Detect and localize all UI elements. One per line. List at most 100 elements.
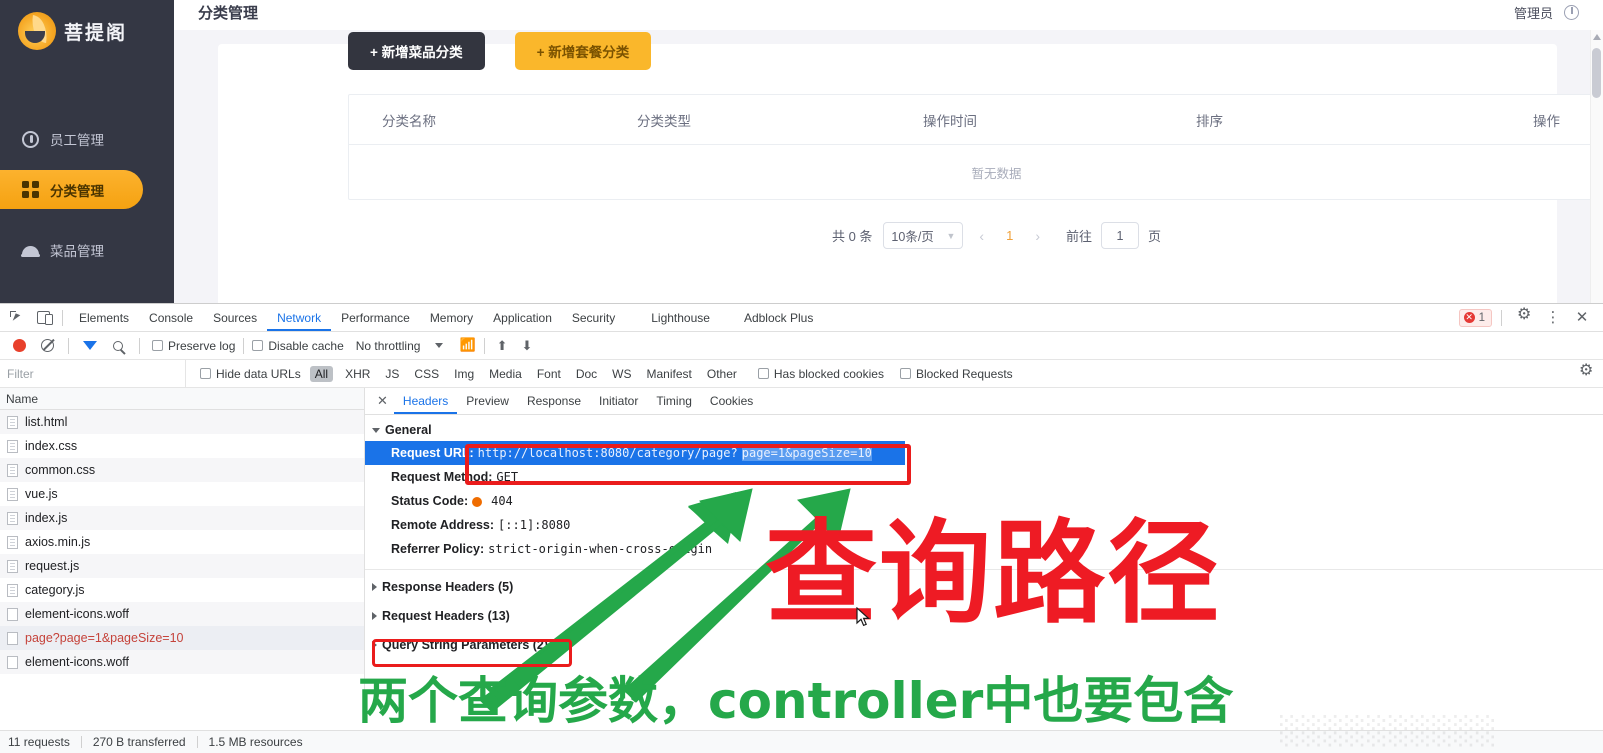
network-settings-button[interactable] — [1579, 363, 1603, 381]
detail-tab-initiator[interactable]: Initiator — [590, 388, 647, 414]
blocked-requests-label: Blocked Requests — [915, 366, 1013, 381]
column-header-actions: 操作 — [1533, 113, 1560, 129]
devtools-settings-button[interactable] — [1511, 305, 1537, 331]
pagination-page-1[interactable]: 1 — [1000, 228, 1019, 243]
request-name: vue.js — [25, 487, 58, 501]
request-headers-section[interactable]: Request Headers (13) — [365, 605, 1603, 627]
app-main-area: 分类管理 管理员 + 新增菜品分类 + 新增套餐分类 分类名称 分类类型 操作时… — [174, 0, 1603, 303]
request-row[interactable]: common.css — [0, 458, 364, 482]
tab-network[interactable]: Network — [267, 304, 331, 331]
request-row[interactable]: index.js — [0, 506, 364, 530]
general-section-header[interactable]: General — [365, 419, 1603, 441]
sidebar-item-dish-management[interactable]: 菜品管理 — [0, 230, 174, 270]
tab-memory[interactable]: Memory — [420, 304, 483, 331]
detail-tab-timing[interactable]: Timing — [647, 388, 701, 414]
request-row[interactable]: index.css — [0, 434, 364, 458]
tab-sources[interactable]: Sources — [203, 304, 267, 331]
filter-type-font[interactable]: Font — [534, 366, 564, 382]
filter-type-media[interactable]: Media — [486, 366, 525, 382]
request-row[interactable]: axios.min.js — [0, 530, 364, 554]
filter-type-doc[interactable]: Doc — [573, 366, 600, 382]
disable-cache-checkbox[interactable]: Disable cache — [252, 339, 344, 353]
devtools-close-button[interactable]: ✕ — [1569, 305, 1595, 331]
tab-elements[interactable]: Elements — [69, 304, 139, 331]
request-row[interactable]: list.html — [0, 410, 364, 434]
device-toolbar-button[interactable] — [30, 305, 56, 331]
error-count-badge[interactable]: ✕ 1 — [1458, 308, 1492, 327]
request-headers-label: Request Headers (13) — [382, 609, 510, 623]
chevron-down-icon[interactable] — [435, 343, 444, 348]
header-user-area: 管理员 — [1514, 3, 1579, 22]
devtools-tab-bar: Elements Console Sources Network Perform… — [0, 304, 1603, 332]
scroll-up-arrow-icon[interactable] — [1592, 34, 1601, 40]
network-body: Name list.html index.css common.css vue.… — [0, 388, 1603, 690]
detail-tab-response[interactable]: Response — [518, 388, 590, 414]
funnel-icon — [83, 341, 97, 350]
grid-icon — [22, 181, 39, 198]
close-icon: ✕ — [1575, 309, 1589, 326]
request-row[interactable]: element-icons.woff — [0, 602, 364, 626]
detail-tab-cookies[interactable]: Cookies — [701, 388, 762, 414]
tab-lighthouse[interactable]: Lighthouse — [641, 304, 720, 331]
tab-application[interactable]: Application — [483, 304, 562, 331]
detail-tab-headers[interactable]: Headers — [394, 388, 457, 414]
tab-performance[interactable]: Performance — [331, 304, 420, 331]
has-blocked-cookies-checkbox[interactable]: Has blocked cookies — [757, 367, 884, 381]
network-conditions-icon[interactable]: 📶 — [459, 337, 475, 353]
request-row-selected[interactable]: page?page=1&pageSize=10 — [0, 626, 364, 650]
page-size-select[interactable]: 10条/页 ▼ — [883, 222, 964, 249]
response-headers-section[interactable]: Response Headers (5) — [365, 576, 1603, 598]
power-logout-icon[interactable] — [1564, 4, 1579, 20]
tab-security[interactable]: Security — [562, 304, 625, 331]
filter-type-all[interactable]: All — [309, 365, 334, 382]
record-button[interactable] — [6, 333, 32, 359]
import-har-icon[interactable]: ⬆ — [497, 338, 508, 354]
preserve-log-checkbox[interactable]: Preserve log — [152, 339, 235, 353]
request-row[interactable]: request.js — [0, 554, 364, 578]
request-row[interactable]: element-icons.woff — [0, 650, 364, 674]
pagination-next-button[interactable]: › — [1028, 228, 1047, 244]
filter-toggle-button[interactable] — [77, 333, 103, 359]
request-row[interactable]: vue.js — [0, 482, 364, 506]
request-method-key: Request Method — [391, 470, 489, 484]
filter-type-css[interactable]: CSS — [411, 366, 442, 382]
clear-network-log-button[interactable] — [34, 333, 60, 359]
sidebar-item-employee-management[interactable]: 员工管理 — [0, 119, 174, 159]
search-button[interactable] — [105, 333, 131, 359]
checkbox-icon — [252, 340, 264, 351]
hide-data-urls-checkbox[interactable]: Hide data URLs — [200, 367, 301, 381]
tab-adblock-plus[interactable]: Adblock Plus — [734, 304, 823, 331]
add-dish-category-button[interactable]: + 新增菜品分类 — [348, 32, 485, 70]
pagination-goto-input[interactable]: 1 — [1101, 222, 1140, 249]
blocked-requests-checkbox[interactable]: Blocked Requests — [899, 366, 1013, 381]
close-detail-icon[interactable]: ✕ — [371, 393, 394, 409]
add-combo-category-button[interactable]: + 新增套餐分类 — [514, 32, 652, 70]
request-row[interactable]: category.js — [0, 578, 364, 602]
detail-tab-preview[interactable]: Preview — [457, 388, 518, 414]
query-string-parameters-section[interactable]: Query String Parameters (2) — [365, 634, 1603, 656]
devtools-more-button[interactable]: ⋮ — [1540, 305, 1566, 331]
user-icon — [22, 130, 39, 148]
request-url-row[interactable]: Request URL: http://localhost:8080/categ… — [365, 441, 905, 465]
headers-general-section: General Request URL: http://localhost:80… — [365, 415, 1603, 656]
caret-right-icon — [372, 583, 377, 591]
export-har-icon[interactable]: ⬇ — [522, 338, 533, 354]
status-divider — [80, 736, 82, 748]
tab-console[interactable]: Console — [139, 304, 203, 331]
throttling-select[interactable]: No throttling — [356, 339, 421, 353]
scrollbar-thumb[interactable] — [1592, 48, 1601, 98]
app-vertical-scrollbar[interactable] — [1590, 30, 1603, 303]
sidebar-item-category-management[interactable]: 分类管理 — [0, 170, 143, 209]
filter-type-ws[interactable]: WS — [609, 366, 634, 382]
filter-type-img[interactable]: Img — [451, 366, 477, 382]
filter-type-manifest[interactable]: Manifest — [644, 366, 695, 382]
filter-type-other[interactable]: Other — [704, 366, 740, 382]
pagination-prev-button[interactable]: ‹ — [972, 228, 991, 244]
inspect-element-button[interactable] — [4, 305, 30, 331]
page-size-value: 10条/页 — [891, 230, 934, 244]
filter-type-xhr[interactable]: XHR — [342, 366, 373, 382]
category-table: 分类名称 分类类型 操作时间 排序 操作 暂无数据 — [348, 94, 1603, 200]
request-list[interactable]: Name list.html index.css common.css vue.… — [0, 388, 365, 690]
filter-type-js[interactable]: JS — [382, 366, 402, 382]
filter-input[interactable]: Filter — [0, 360, 186, 387]
